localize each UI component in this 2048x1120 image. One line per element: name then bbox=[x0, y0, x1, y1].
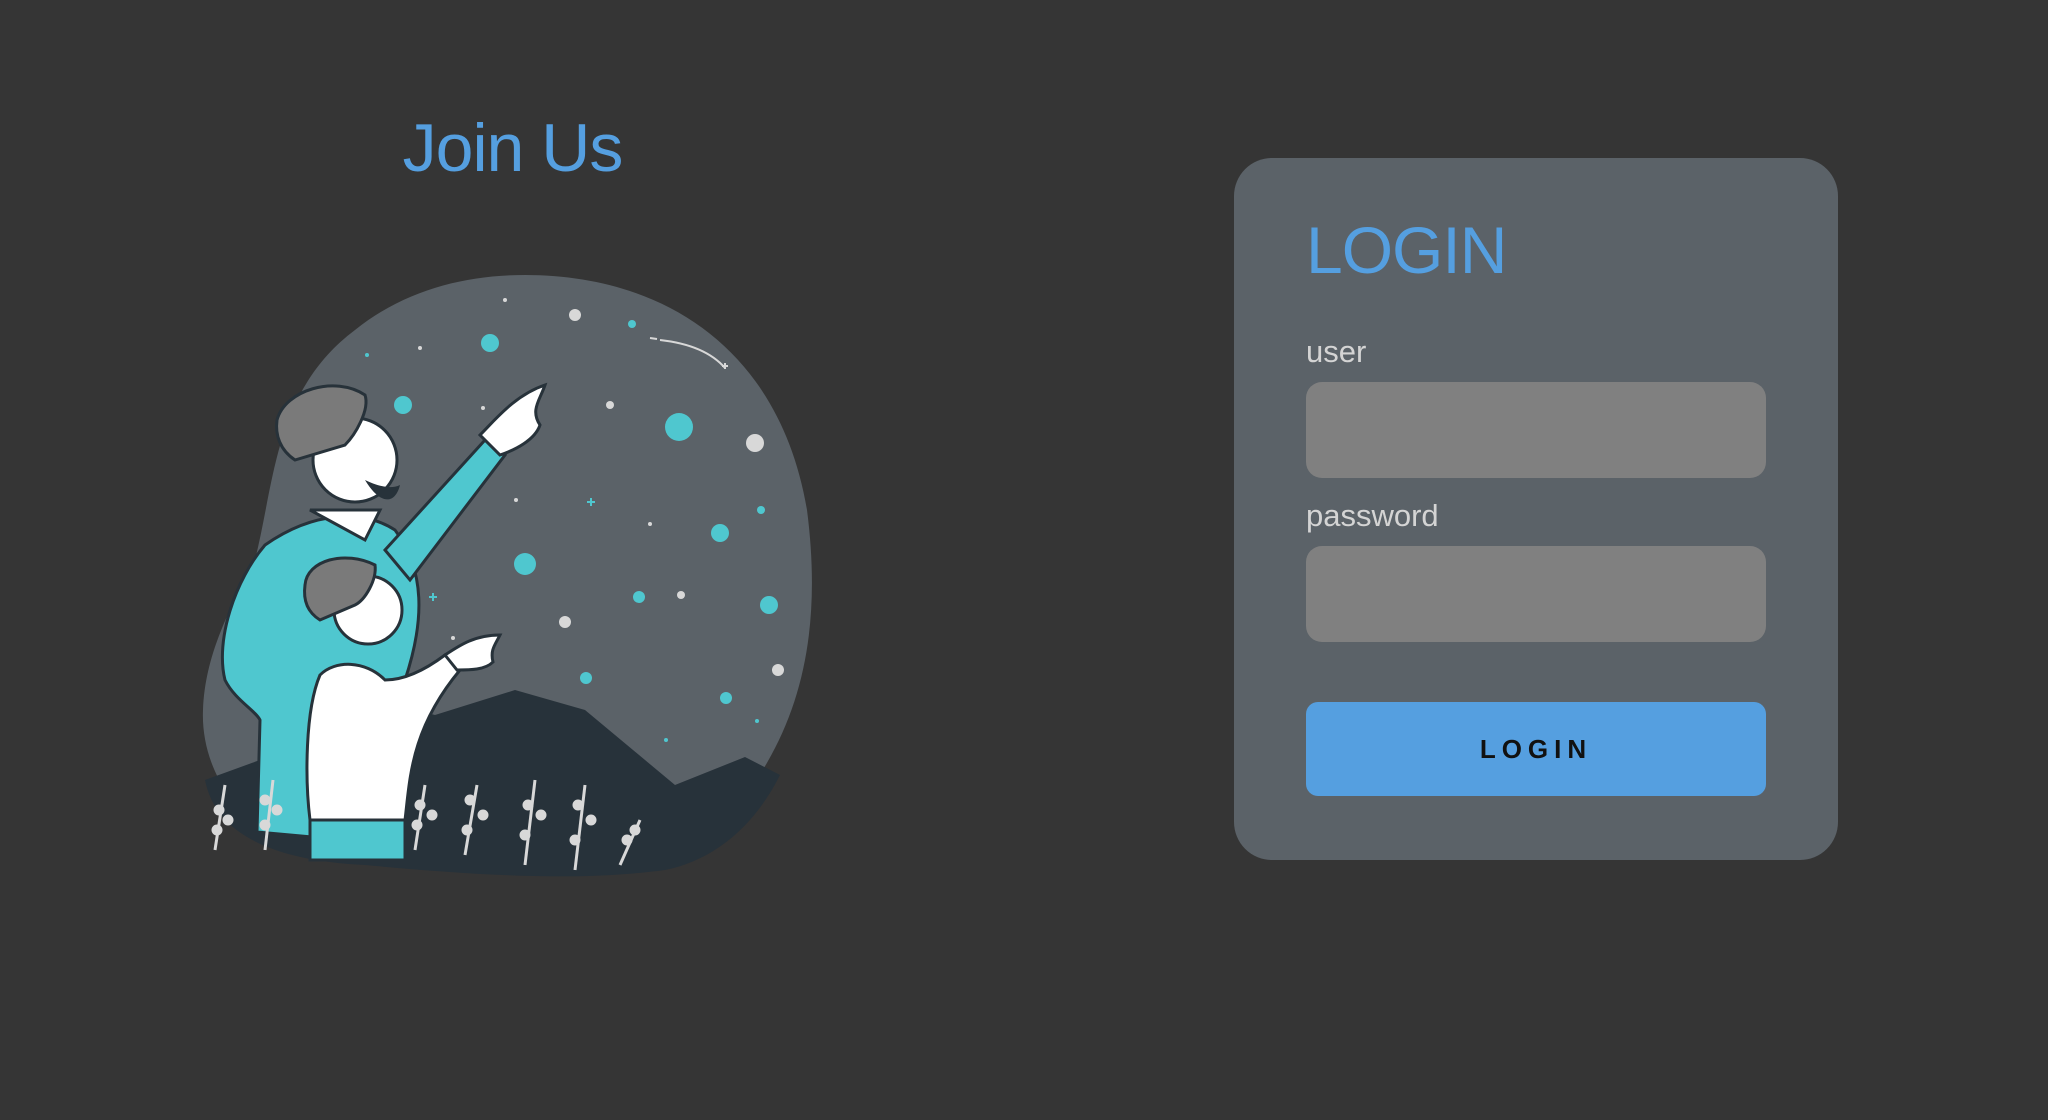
login-button[interactable]: LOGIN bbox=[1306, 702, 1766, 796]
user-label: user bbox=[1306, 334, 1367, 369]
password-label: password bbox=[1306, 498, 1439, 533]
login-title: LOGIN bbox=[1306, 213, 1507, 287]
stargazing-illustration bbox=[202, 275, 812, 877]
password-input[interactable] bbox=[1306, 546, 1766, 642]
boy-pants bbox=[308, 818, 407, 862]
hero-title: Join Us bbox=[402, 110, 624, 186]
login-card: LOGIN user password LOGIN bbox=[1234, 158, 1838, 860]
user-input[interactable] bbox=[1306, 382, 1766, 478]
